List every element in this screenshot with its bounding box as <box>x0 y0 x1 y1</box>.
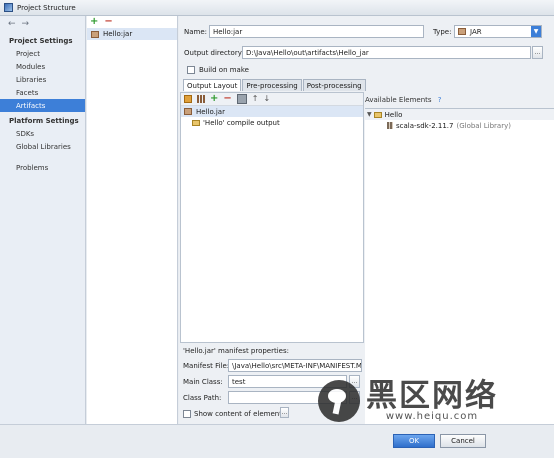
tree-node-jar[interactable]: Hello.jar <box>181 106 363 117</box>
output-layout-toolbar: + − ↑ ↓ <box>181 93 363 106</box>
build-on-make-checkbox[interactable] <box>187 66 195 74</box>
name-label: Name: <box>184 28 208 36</box>
build-on-make-label: Build on make <box>199 66 249 74</box>
tree-node-scala-sdk[interactable]: scala-sdk-2.11.7 (Global Library) <box>365 120 554 131</box>
remove-artifact-icon[interactable]: − <box>104 17 112 27</box>
browse-class-path-button[interactable]: ... <box>349 391 360 404</box>
class-path-input[interactable] <box>228 391 347 404</box>
window-title: Project Structure <box>17 3 76 12</box>
tree-node-suffix: (Global Library) <box>456 121 511 130</box>
expand-triangle-icon[interactable]: ▼ <box>367 111 372 118</box>
tab-pre-processing[interactable]: Pre-processing <box>242 79 302 91</box>
create-directory-icon[interactable] <box>184 95 192 103</box>
class-path-label: Class Path: <box>183 394 222 402</box>
output-layout-pane: + − ↑ ↓ Hello.jar 'Hello' compile output <box>180 92 364 343</box>
artifact-list: + − Hello:jar <box>87 16 178 424</box>
app-icon <box>4 3 13 12</box>
name-input[interactable]: Hello:jar <box>209 25 424 38</box>
sidebar-item-facets[interactable]: Facets <box>0 86 85 99</box>
available-elements-tree: ▼ Hello scala-sdk-2.11.7 (Global Library… <box>365 108 554 424</box>
cancel-button[interactable]: Cancel <box>440 434 486 448</box>
sidebar: ← → Project Settings Project Modules Lib… <box>0 16 86 424</box>
ellipsis-icon: … <box>534 49 541 56</box>
add-copy-icon[interactable]: + <box>210 94 218 104</box>
artifact-toolbar: + − <box>87 16 177 28</box>
add-artifact-icon[interactable]: + <box>90 17 98 27</box>
dialog-footer: OK Cancel <box>0 424 554 458</box>
browse-main-class-button[interactable]: ... <box>349 375 360 388</box>
tab-output-layout[interactable]: Output Layout <box>183 79 242 91</box>
platform-settings-header: Platform Settings <box>9 117 79 125</box>
remove-element-icon[interactable]: − <box>223 94 231 104</box>
show-content-checkbox[interactable] <box>183 410 191 418</box>
tree-node-label: Hello <box>384 110 403 119</box>
sidebar-item-modules[interactable]: Modules <box>0 60 85 73</box>
sort-elements-icon[interactable] <box>236 94 247 104</box>
sidebar-separator <box>0 153 85 161</box>
artifact-settings-panel: Name: Hello:jar Type: JAR ▼ Output direc… <box>179 16 554 424</box>
sidebar-item-global-libraries[interactable]: Global Libraries <box>0 140 85 153</box>
tree-node-hello[interactable]: ▼ Hello <box>365 109 554 120</box>
artifact-item-label: Hello:jar <box>103 30 133 38</box>
sidebar-item-problems[interactable]: Problems <box>0 161 85 174</box>
available-elements-title: Available Elements <box>365 96 432 104</box>
artifact-item[interactable]: Hello:jar <box>87 28 177 40</box>
project-settings-header: Project Settings <box>9 37 73 45</box>
manifest-header: 'Hello.jar' manifest properties: <box>183 347 289 355</box>
back-arrow-icon[interactable]: ← <box>8 19 16 29</box>
output-directory-input[interactable]: D:\Java\Hello\out\artifacts\Hello_jar <box>242 46 531 59</box>
type-label: Type: <box>433 28 452 36</box>
nav-buttons: ← → <box>0 16 85 32</box>
move-up-icon[interactable]: ↑ <box>252 95 259 103</box>
show-content-label: Show content of elements <box>194 410 286 418</box>
available-elements-header: Available Elements ? <box>365 96 442 104</box>
module-folder-icon <box>373 111 382 118</box>
sidebar-item-artifacts[interactable]: Artifacts <box>0 99 85 112</box>
library-icon <box>387 122 393 129</box>
chevron-down-icon[interactable]: ▼ <box>531 26 541 37</box>
jar-type-icon <box>458 28 466 35</box>
create-archive-icon[interactable] <box>197 95 205 103</box>
sidebar-item-project[interactable]: Project <box>0 47 85 60</box>
sidebar-item-libraries[interactable]: Libraries <box>0 73 85 86</box>
folder-icon <box>192 119 200 126</box>
tab-bar: Output Layout Pre-processing Post-proces… <box>183 79 367 91</box>
browse-output-button[interactable]: … <box>532 46 543 59</box>
main-class-label: Main Class: <box>183 378 223 386</box>
main-class-input[interactable]: test <box>228 375 347 388</box>
type-select[interactable]: JAR ▼ <box>454 25 542 38</box>
jar-icon <box>184 108 192 115</box>
title-bar: Project Structure <box>0 0 554 16</box>
tree-node-compile-output[interactable]: 'Hello' compile output <box>181 117 363 128</box>
forward-arrow-icon[interactable]: → <box>22 19 30 29</box>
ok-button[interactable]: OK <box>393 434 435 448</box>
type-value: JAR <box>470 27 482 36</box>
move-down-icon[interactable]: ↓ <box>263 95 270 103</box>
manifest-file-label: Manifest File: <box>183 362 230 370</box>
help-icon[interactable]: ? <box>438 96 442 104</box>
output-directory-label: Output directory: <box>184 49 244 57</box>
tree-node-label: Hello.jar <box>196 107 225 116</box>
jar-icon <box>91 30 99 38</box>
tree-node-label: scala-sdk-2.11.7 <box>396 121 454 130</box>
tab-post-processing[interactable]: Post-processing <box>302 79 366 91</box>
manifest-properties: 'Hello.jar' manifest properties: Manifes… <box>180 344 364 424</box>
tree-node-label: 'Hello' compile output <box>203 118 280 127</box>
sidebar-item-sdks[interactable]: SDKs <box>0 127 85 140</box>
show-content-options-button[interactable]: ... <box>280 407 289 418</box>
manifest-file-input[interactable]: \Java\Hello\src\META-INF\MANIFEST.MF <box>228 359 362 372</box>
